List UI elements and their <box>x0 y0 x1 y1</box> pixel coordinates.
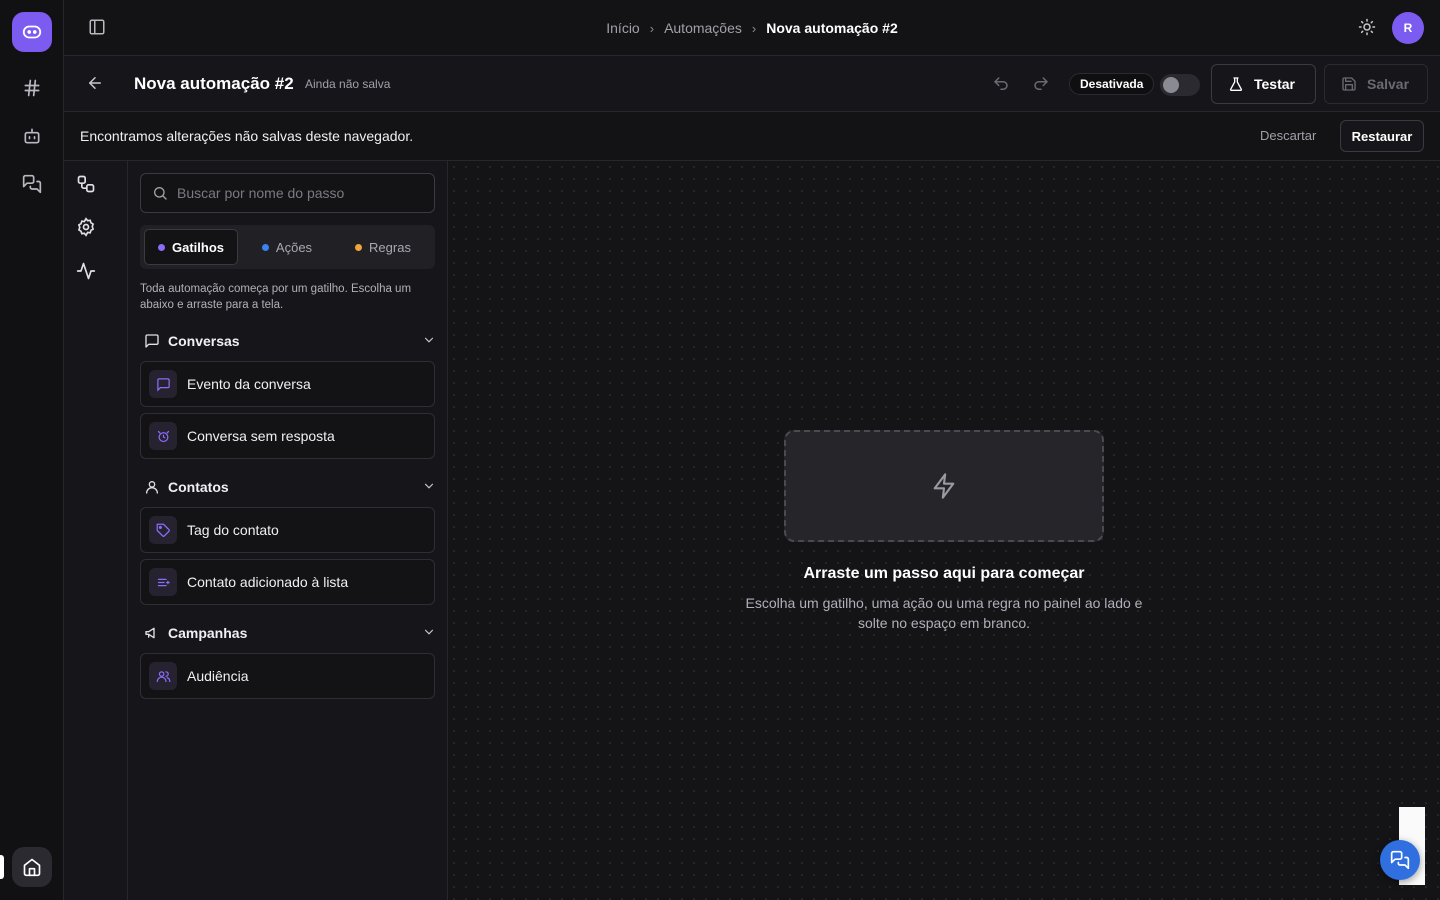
group-label: Campanhas <box>168 625 248 641</box>
user-icon <box>146 481 158 494</box>
home-icon <box>23 858 41 877</box>
user-avatar[interactable]: R <box>1392 12 1424 44</box>
group-campaigns[interactable]: Campanhas <box>144 623 436 643</box>
triggers-dot <box>157 243 165 251</box>
panel-hint: Toda automação começa por um gatilho. Es… <box>140 283 412 311</box>
left-rail <box>0 0 64 900</box>
zap-icon <box>933 473 955 499</box>
save-icon <box>1342 77 1356 91</box>
back-arrow-icon[interactable] <box>86 74 106 94</box>
save-button-label: Salvar <box>1367 76 1410 92</box>
top-bar: Início › Automações › Nova automação #2 … <box>64 0 1440 56</box>
unsaved-changes-banner: Encontramos alterações não salvas deste … <box>64 112 1440 161</box>
breadcrumb-home[interactable]: Início <box>606 20 639 36</box>
users-icon <box>149 662 177 690</box>
app-logo[interactable] <box>12 12 52 52</box>
drop-zone[interactable] <box>784 430 1104 542</box>
activation-toggle[interactable] <box>1160 74 1200 96</box>
undo-icon[interactable] <box>992 75 1010 93</box>
step-type-tabs: Gatilhos Ações Regras <box>140 225 435 269</box>
tab-actions[interactable]: Ações <box>240 229 334 265</box>
flask-icon <box>1229 77 1243 91</box>
step-item[interactable]: Tag do contato <box>140 507 435 553</box>
step-label: Conversa sem resposta <box>187 428 335 444</box>
save-state-label: Ainda não salva <box>305 77 391 91</box>
save-button[interactable]: Salvar <box>1324 64 1428 104</box>
chevron-right-icon: › <box>751 20 757 36</box>
tab-label: Gatilhos <box>171 239 224 255</box>
workflow-icon[interactable] <box>76 174 96 194</box>
list-icon <box>149 568 177 596</box>
step-label: Audiência <box>187 668 249 684</box>
message-square-icon <box>149 370 177 398</box>
breadcrumb: Início › Automações › Nova automação #2 <box>64 0 1440 56</box>
hash-icon[interactable] <box>20 76 44 100</box>
search-input[interactable] <box>177 174 427 212</box>
app-root: Início › Automações › Nova automação #2 … <box>0 0 1440 900</box>
step-item[interactable]: Evento da conversa <box>140 361 435 407</box>
group-label: Contatos <box>168 479 229 495</box>
breadcrumb-automations[interactable]: Automações <box>664 20 742 36</box>
tag-icon <box>149 516 177 544</box>
workflow-canvas[interactable]: Arraste um passo aqui para começar Escol… <box>448 161 1440 900</box>
test-button[interactable]: Testar <box>1211 64 1316 104</box>
breadcrumb-current: Nova automação #2 <box>766 20 898 36</box>
redo-icon[interactable] <box>1032 75 1050 93</box>
step-label: Tag do contato <box>187 522 279 538</box>
banner-message: Encontramos alterações não salvas deste … <box>80 128 414 144</box>
actions-dot <box>261 243 269 251</box>
message-square-icon <box>145 334 159 348</box>
active-marker <box>0 855 4 879</box>
chat-icon <box>1390 850 1410 870</box>
steps-panel: Gatilhos Ações Regras Toda automação com… <box>128 161 448 900</box>
theme-toggle-icon[interactable] <box>1358 18 1378 38</box>
group-label: Conversas <box>168 333 240 349</box>
drop-zone-subtitle-line: Escolha um gatilho, uma ação ou uma regr… <box>745 595 1143 611</box>
restore-button[interactable]: Restaurar <box>1340 120 1424 152</box>
status-badge: Desativada <box>1069 73 1155 95</box>
messages-icon[interactable] <box>20 172 44 196</box>
tab-label: Ações <box>275 239 313 255</box>
step-item[interactable]: Conversa sem resposta <box>140 413 435 459</box>
settings-icon[interactable] <box>76 217 96 237</box>
step-label: Contato adicionado à lista <box>187 574 349 590</box>
group-conversations[interactable]: Conversas <box>144 331 436 351</box>
discard-button[interactable]: Descartar <box>1260 128 1316 143</box>
toggle-knob <box>1163 77 1179 93</box>
logo-icon <box>22 25 42 39</box>
chevron-right-icon: › <box>649 20 655 36</box>
chevron-down-icon <box>424 337 434 343</box>
group-contacts[interactable]: Contatos <box>144 477 436 497</box>
chat-support-button[interactable] <box>1380 840 1420 880</box>
tab-label: Regras <box>369 239 411 255</box>
bot-icon[interactable] <box>20 124 44 148</box>
tab-rules[interactable]: Regras <box>336 229 430 265</box>
automation-title[interactable]: Nova automação #2 <box>134 74 294 94</box>
megaphone-icon <box>145 627 155 639</box>
alarm-clock-icon <box>149 422 177 450</box>
drop-zone-subtitle-line: solte no espaço em branco. <box>858 615 1030 631</box>
test-button-label: Testar <box>1254 76 1295 92</box>
step-item[interactable]: Contato adicionado à lista <box>140 559 435 605</box>
rules-dot <box>355 243 363 251</box>
search-icon <box>154 187 167 200</box>
automation-header: Nova automação #2 Ainda não salva Desati… <box>64 56 1440 112</box>
tool-rail <box>64 161 128 900</box>
drop-zone-title: Arraste um passo aqui para começar <box>803 565 1085 582</box>
step-item[interactable]: Audiência <box>140 653 435 699</box>
chevron-down-icon <box>424 629 434 635</box>
step-search <box>140 173 435 213</box>
chevron-down-icon <box>424 483 434 489</box>
drop-zone-subtitle: Escolha um gatilho, uma ação ou uma regr… <box>714 593 1174 633</box>
activity-icon[interactable] <box>76 261 96 281</box>
home-button[interactable] <box>12 847 52 887</box>
step-label: Evento da conversa <box>187 376 311 392</box>
tab-triggers[interactable]: Gatilhos <box>144 229 238 265</box>
